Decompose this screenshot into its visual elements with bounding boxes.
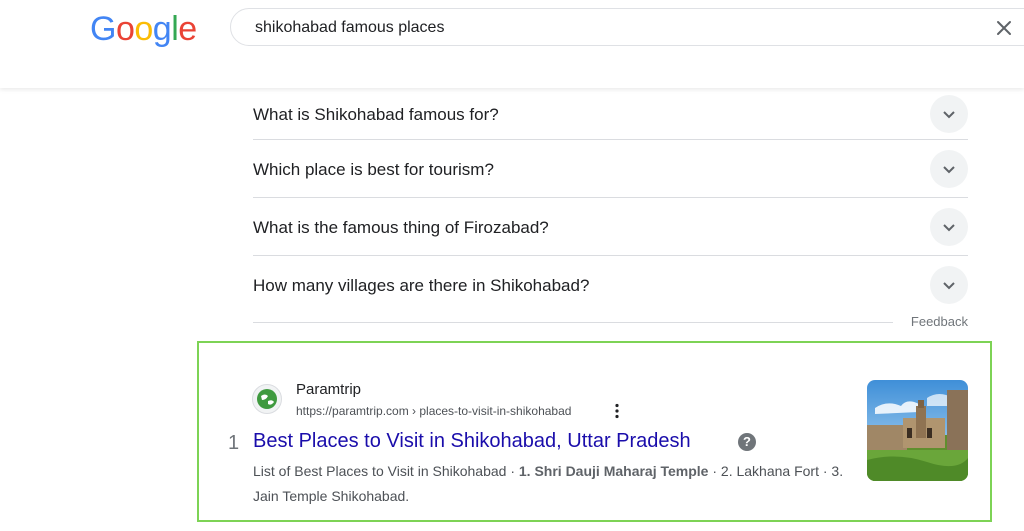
- snippet-bold: 1. Shri Dauji Maharaj Temple: [518, 463, 709, 479]
- feedback-link[interactable]: Feedback: [911, 314, 968, 329]
- globe-icon: [257, 389, 277, 409]
- logo-letter: e: [178, 10, 197, 48]
- logo-letter: G: [90, 10, 116, 48]
- divider: [253, 322, 893, 323]
- chevron-down-icon[interactable]: [930, 207, 968, 246]
- result-title-link[interactable]: Best Places to Visit in Shikohabad, Utta…: [253, 430, 691, 453]
- logo-letter: o: [115, 10, 135, 48]
- paa-item[interactable]: Which place is best for tourism?: [253, 140, 968, 198]
- chevron-down-icon[interactable]: [930, 94, 968, 133]
- paa-item[interactable]: What is Shikohabad famous for?: [253, 88, 968, 140]
- paa-question: What is the famous thing of Firozabad?: [253, 217, 549, 237]
- site-url[interactable]: https://paramtrip.com › places-to-visit-…: [296, 404, 571, 418]
- logo-letter: o: [134, 10, 153, 48]
- search-header: Google: [0, 0, 1024, 88]
- search-box[interactable]: [230, 8, 1024, 46]
- logo-letter: l: [171, 10, 179, 48]
- chevron-down-icon[interactable]: [930, 149, 968, 188]
- paa-item[interactable]: What is the famous thing of Firozabad?: [253, 198, 968, 256]
- paa-question: Which place is best for tourism?: [253, 159, 494, 179]
- more-options-icon[interactable]: [608, 402, 626, 420]
- people-also-ask: What is Shikohabad famous for? Which pla…: [253, 88, 968, 313]
- snippet-text: List of Best Places to Visit in Shikohab…: [253, 463, 519, 479]
- feedback-row: Feedback: [253, 314, 968, 332]
- chevron-down-icon[interactable]: [930, 265, 968, 304]
- paa-item[interactable]: How many villages are there in Shikohaba…: [253, 256, 968, 313]
- search-input[interactable]: [253, 18, 957, 38]
- logo-letter: g: [152, 10, 172, 48]
- result-thumbnail[interactable]: [867, 380, 968, 481]
- result-snippet: List of Best Places to Visit in Shikohab…: [253, 459, 853, 509]
- site-name[interactable]: Paramtrip: [296, 381, 361, 398]
- help-icon[interactable]: ?: [738, 433, 756, 451]
- paa-question: What is Shikohabad famous for?: [253, 104, 499, 124]
- google-logo[interactable]: Google: [90, 10, 197, 49]
- close-icon[interactable]: [991, 15, 1017, 41]
- site-favicon: [252, 384, 282, 414]
- paa-question: How many villages are there in Shikohaba…: [253, 275, 590, 295]
- result-rank: 1: [228, 432, 240, 454]
